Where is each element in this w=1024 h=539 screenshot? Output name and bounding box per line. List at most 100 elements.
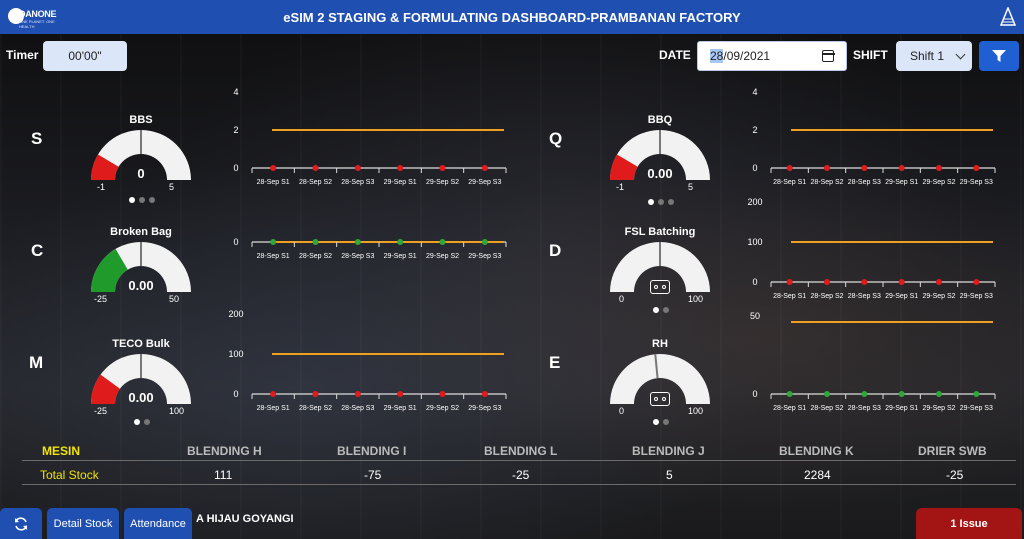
- gauge-value: 0.00: [128, 278, 154, 293]
- carousel-dot: [144, 419, 150, 425]
- x-tick-label: 28-Sep S2: [299, 405, 332, 412]
- carousel-dots[interactable]: [129, 197, 155, 203]
- data-point: [270, 391, 277, 397]
- gauge-value: 0.00: [647, 166, 673, 181]
- table-header: BLENDING I: [337, 444, 407, 458]
- table-cell: 2284: [804, 468, 831, 482]
- date-input[interactable]: 28/09/2021: [697, 41, 847, 71]
- row-label: Total Stock: [40, 468, 99, 482]
- data-point: [397, 391, 404, 397]
- x-tick-label: 28-Sep S1: [257, 253, 290, 260]
- refresh-button[interactable]: [0, 508, 42, 539]
- data-point: [936, 279, 942, 285]
- trend-chart: 4 2 0 28-Sep S1 28-Sep S2 28-Sep S3 29-Sep S1 2…: [752, 87, 996, 186]
- carousel-dot: [663, 307, 669, 313]
- attendance-button[interactable]: Attendance: [124, 508, 192, 539]
- data-point: [439, 391, 446, 397]
- data-point: [312, 239, 319, 245]
- x-tick-label: 29-Sep S3: [960, 293, 993, 300]
- trend-chart: 200 100 0 28-Sep S1 28-Sep S2 28-Sep S3 29-Sep…: [747, 197, 996, 300]
- gauge-min: -25: [94, 406, 108, 416]
- shift-select[interactable]: Shift 1: [896, 41, 972, 71]
- data-point: [397, 165, 404, 171]
- gauge-max: 100: [169, 406, 185, 416]
- table-cell: 5: [666, 468, 673, 482]
- data-point: [481, 239, 488, 245]
- gauge-min: -1: [97, 182, 106, 192]
- data-point: [270, 165, 277, 171]
- y-tick-label: 200: [228, 309, 243, 319]
- issue-button[interactable]: 1 Issue: [916, 508, 1022, 539]
- x-tick-label: 28-Sep S3: [341, 405, 374, 412]
- x-tick-label: 28-Sep S1: [773, 405, 806, 412]
- refresh-icon: [15, 516, 27, 531]
- page-title: eSIM 2 STAGING & FORMULATING DASHBOARD-P…: [283, 9, 741, 25]
- y-tick-label: 4: [233, 87, 238, 97]
- data-point: [397, 239, 404, 245]
- carousel-dot: [149, 197, 155, 203]
- y-tick-label: 2: [233, 125, 238, 135]
- app-header: DANONE ONE PLANET. ONE HEALTH eSIM 2 STA…: [0, 0, 1024, 34]
- x-tick-label: 29-Sep S2: [922, 405, 955, 412]
- carousel-dots[interactable]: [653, 307, 669, 313]
- x-tick-label: 29-Sep S2: [426, 179, 459, 186]
- no-data-icon: [650, 392, 670, 406]
- danone-logo: DANONE ONE PLANET. ONE HEALTH: [8, 6, 57, 29]
- section-letter-m: M: [29, 353, 44, 372]
- carousel-dot: [653, 419, 659, 425]
- section-letter-d: D: [549, 241, 562, 260]
- carousel-dots[interactable]: [653, 419, 669, 425]
- gauge-max: 50: [169, 294, 180, 304]
- x-tick-label: 28-Sep S3: [341, 179, 374, 186]
- data-point: [861, 391, 868, 397]
- filter-icon: [992, 50, 1006, 62]
- y-tick-label: 200: [747, 197, 762, 207]
- trend-chart: 0 28-Sep S1 28-Sep S2 28-Sep S3 29-Sep S1 29-…: [233, 237, 507, 260]
- x-tick-label: 29-Sep S3: [960, 405, 993, 412]
- y-tick-label: 0: [233, 389, 238, 399]
- carousel-dot: [139, 197, 145, 203]
- x-tick-label: 29-Sep S2: [922, 293, 955, 300]
- x-tick-label: 29-Sep S1: [885, 293, 918, 300]
- carousel-dots[interactable]: [648, 199, 674, 205]
- x-tick-label: 29-Sep S2: [922, 179, 955, 186]
- y-tick-label: 0: [233, 163, 238, 173]
- x-tick-label: 29-Sep S1: [384, 253, 417, 260]
- data-point: [936, 391, 942, 397]
- data-point: [312, 165, 319, 171]
- y-tick-label: 4: [752, 87, 757, 97]
- carousel-dot: [129, 197, 135, 203]
- gauge-max: 5: [169, 182, 175, 192]
- x-tick-label: 29-Sep S3: [468, 405, 501, 412]
- data-point: [270, 239, 277, 245]
- data-point: [824, 165, 830, 171]
- x-tick-label: 29-Sep S3: [468, 179, 501, 186]
- data-point: [973, 165, 980, 171]
- data-point: [354, 239, 361, 245]
- x-tick-label: 29-Sep S3: [960, 179, 993, 186]
- timer-label: Timer: [6, 48, 39, 62]
- shift-label: SHIFT: [853, 48, 888, 62]
- x-tick-label: 28-Sep S3: [848, 293, 881, 300]
- carousel-dot: [134, 419, 140, 425]
- x-tick-label: 28-Sep S3: [848, 405, 881, 412]
- x-tick-label: 28-Sep S2: [299, 253, 332, 260]
- detail-stock-button[interactable]: Detail Stock: [47, 508, 119, 539]
- x-tick-label: 28-Sep S2: [810, 293, 843, 300]
- table-header: BLENDING K: [779, 444, 854, 458]
- marquee-text: A HIJAU GOYANGI: [196, 513, 294, 525]
- carousel-dots[interactable]: [134, 419, 150, 425]
- y-tick-label: 0: [752, 389, 757, 399]
- y-tick-label: 0: [752, 277, 757, 287]
- table-header: BLENDING J: [632, 444, 705, 458]
- data-point: [936, 165, 942, 171]
- section-letter-e: E: [549, 353, 561, 372]
- calendar-icon[interactable]: [821, 50, 835, 62]
- x-tick-label: 29-Sep S2: [426, 253, 459, 260]
- data-point: [439, 165, 446, 171]
- stock-table: MESIN BLENDING H BLENDING I BLENDING L B…: [22, 442, 1016, 486]
- data-point: [439, 239, 446, 245]
- filter-button[interactable]: [979, 41, 1019, 71]
- x-tick-label: 28-Sep S2: [299, 179, 332, 186]
- y-tick-label: 0: [752, 163, 757, 173]
